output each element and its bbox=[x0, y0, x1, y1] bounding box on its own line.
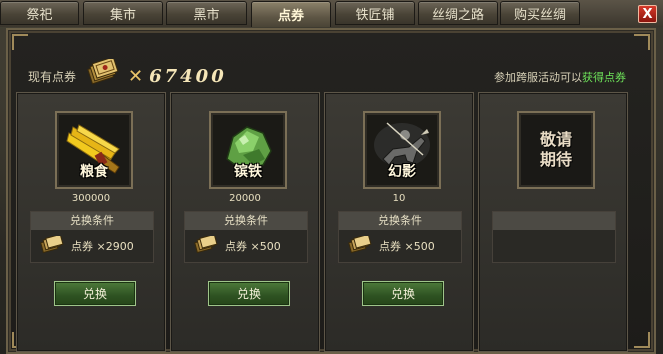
tab-silk-road[interactable]: 丝绸之路 bbox=[418, 1, 498, 25]
coming-soon-line1: 敬请 bbox=[539, 130, 572, 149]
item-name-grain: 粮食 bbox=[80, 164, 108, 180]
exchange-conditions: 兑换条件 点券 ×500 bbox=[338, 211, 462, 263]
item-quantity: 10 bbox=[392, 193, 406, 204]
frame-corner-ornament bbox=[634, 332, 650, 348]
tab-coupons[interactable]: 点券 bbox=[251, 1, 331, 27]
close-button[interactable]: X bbox=[638, 5, 657, 23]
conditions-title: 兑换条件 bbox=[339, 212, 461, 230]
item-quantity: 20000 bbox=[229, 193, 261, 204]
promo-prefix: 参加跨服活动可以 bbox=[494, 71, 582, 84]
item-name-iron: 镔铁 bbox=[234, 164, 262, 180]
item-slot-phantom[interactable]: 幻影 bbox=[363, 111, 441, 189]
exchange-card-phantom: 幻影 10 兑换条件 点券 ×500 兑换 bbox=[324, 92, 474, 352]
frame-corner-ornament bbox=[12, 34, 28, 50]
cost-text: 点券 ×500 bbox=[379, 240, 435, 253]
frame-corner-ornament bbox=[634, 34, 650, 50]
tab-sacrifice[interactable]: 祭祀 bbox=[0, 1, 79, 25]
coupon-exchange-panel: 现有点券 ✕ 67400 参加跨服活动可以获得点券 粮食 300000 兑换条件… bbox=[6, 28, 656, 354]
exchange-card-coming-soon: 敬请 期待 bbox=[478, 92, 628, 352]
coupon-balance-label: 现有点券 bbox=[28, 69, 77, 84]
tab-blacksmith[interactable]: 铁匠铺 bbox=[335, 1, 415, 25]
tab-black-market[interactable]: 黑市 bbox=[166, 1, 247, 25]
exchange-button[interactable]: 兑换 bbox=[362, 281, 444, 306]
coming-soon-label: 敬请 期待 bbox=[519, 113, 593, 187]
coupon-stack-icon bbox=[194, 236, 218, 254]
item-slot-coming-soon: 敬请 期待 bbox=[517, 111, 595, 189]
coming-soon-line2: 期待 bbox=[539, 150, 572, 169]
tab-buy-silk[interactable]: 购买丝绸 bbox=[500, 1, 580, 25]
conditions-title: 兑换条件 bbox=[185, 212, 307, 230]
coupon-amount: 67400 bbox=[149, 65, 227, 87]
coupon-stack-icon bbox=[84, 56, 122, 93]
condition-cost: 点券 ×2900 bbox=[39, 236, 134, 256]
exchange-conditions: 兑换条件 点券 ×500 bbox=[184, 211, 308, 263]
cost-text: 点券 ×500 bbox=[225, 240, 281, 253]
empty-conditions bbox=[492, 211, 616, 263]
exchange-conditions: 兑换条件 点券 ×2900 bbox=[30, 211, 154, 263]
multiply-icon: ✕ bbox=[128, 65, 144, 87]
item-slot-grain[interactable]: 粮食 bbox=[55, 111, 133, 189]
coupon-stack-icon bbox=[40, 236, 64, 254]
promo-text: 参加跨服活动可以获得点券 bbox=[494, 69, 626, 85]
cost-text: 点券 ×2900 bbox=[71, 240, 134, 253]
item-slot-iron[interactable]: 镔铁 bbox=[209, 111, 287, 189]
exchange-card-grain: 粮食 300000 兑换条件 点券 ×2900 兑换 bbox=[16, 92, 166, 352]
get-coupons-link[interactable]: 获得点券 bbox=[582, 71, 626, 84]
close-icon: X bbox=[642, 6, 653, 22]
coupon-stack-icon bbox=[348, 236, 372, 254]
coupon-balance: 现有点券 ✕ 67400 bbox=[28, 56, 227, 93]
condition-cost: 点券 ×500 bbox=[347, 236, 435, 256]
item-quantity: 300000 bbox=[71, 193, 111, 204]
tab-market[interactable]: 集市 bbox=[83, 1, 163, 25]
exchange-card-iron: 镔铁 20000 兑换条件 点券 ×500 兑换 bbox=[170, 92, 320, 352]
conditions-title: 兑换条件 bbox=[31, 212, 153, 230]
empty-conditions-title bbox=[493, 212, 615, 230]
item-name-phantom: 幻影 bbox=[388, 164, 416, 180]
condition-cost: 点券 ×500 bbox=[193, 236, 281, 256]
exchange-button[interactable]: 兑换 bbox=[54, 281, 136, 306]
exchange-button[interactable]: 兑换 bbox=[208, 281, 290, 306]
tab-bar: 祭祀 集市 黑市 点券 铁匠铺 丝绸之路 购买丝绸 X bbox=[0, 0, 663, 27]
